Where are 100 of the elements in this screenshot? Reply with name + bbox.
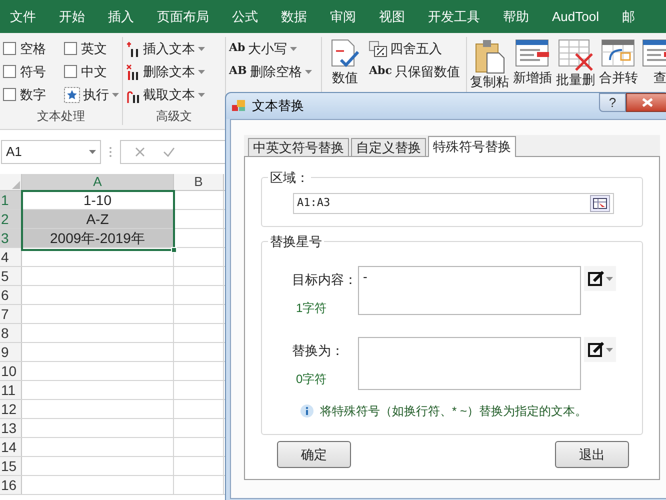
caret-icon bbox=[198, 46, 205, 50]
help-button[interactable]: ? bbox=[599, 93, 626, 112]
range-select-icon bbox=[593, 198, 607, 209]
close-button[interactable] bbox=[626, 93, 666, 112]
row-header[interactable]: 9 bbox=[0, 343, 22, 361]
row-header[interactable]: 12 bbox=[0, 400, 22, 418]
checkbox[interactable] bbox=[3, 42, 16, 55]
checkbox[interactable] bbox=[3, 65, 16, 78]
menu-tab[interactable]: 页面布局 bbox=[157, 6, 209, 26]
menu-button[interactable]: AB 删除空格 bbox=[229, 60, 318, 83]
row-header[interactable]: 8 bbox=[0, 324, 22, 342]
menu-tab[interactable]: 帮助 bbox=[503, 6, 529, 26]
info-icon bbox=[300, 404, 314, 418]
menu-tab[interactable]: 插入 bbox=[108, 6, 134, 26]
insert-text-icon bbox=[126, 40, 140, 56]
row-header[interactable]: 6 bbox=[0, 286, 22, 304]
row-header[interactable]: 7 bbox=[0, 305, 22, 323]
cell-reference: A1 bbox=[6, 143, 22, 162]
text-area[interactable]: - bbox=[358, 266, 581, 315]
menu-tab[interactable]: 数据 bbox=[281, 6, 307, 26]
checkbox[interactable] bbox=[3, 88, 16, 101]
character-count: 0字符 bbox=[295, 370, 328, 388]
row-header[interactable]: 16 bbox=[0, 476, 22, 494]
column-header[interactable]: A bbox=[22, 174, 174, 190]
row-header[interactable]: 14 bbox=[0, 438, 22, 456]
menu-tab[interactable]: 审阅 bbox=[330, 6, 356, 26]
table-cell[interactable]: 2009年-2019年 bbox=[22, 229, 174, 247]
app-icon bbox=[232, 100, 246, 112]
ribbon-button[interactable]: 复制粘 bbox=[470, 37, 509, 89]
row-header[interactable]: 2 bbox=[0, 210, 22, 228]
ribbon-button[interactable]: 四舍五入 bbox=[369, 37, 460, 60]
document-check-icon bbox=[329, 38, 361, 70]
ribbon-button[interactable]: 数值 bbox=[325, 37, 365, 85]
caret-icon bbox=[112, 92, 119, 96]
checkbox[interactable] bbox=[64, 42, 77, 55]
checkbox[interactable] bbox=[64, 65, 77, 78]
ribbon-button[interactable]: 新增插 bbox=[513, 37, 552, 85]
row-header[interactable]: 5 bbox=[0, 267, 22, 285]
tab[interactable]: 中英文符号替换 bbox=[248, 138, 349, 156]
percent-grid-icon bbox=[369, 40, 387, 56]
tab[interactable]: 特殊符号替换 bbox=[428, 136, 516, 157]
menu-tab[interactable]: 开始 bbox=[59, 6, 85, 26]
input-field[interactable]: A1:A3 bbox=[293, 193, 614, 214]
info-text: 将特殊符号（如换行符、* ~）替换为指定的文本。 bbox=[320, 403, 588, 420]
menu-tab[interactable]: 视图 bbox=[379, 6, 405, 26]
icon-label: Ab bbox=[229, 40, 246, 56]
menu-tab[interactable]: 邮 bbox=[622, 6, 635, 26]
ribbon-button[interactable]: 合并转 bbox=[599, 37, 638, 85]
checkbox-label: 中文 bbox=[81, 62, 107, 81]
column-header[interactable]: B bbox=[174, 174, 224, 190]
row-header[interactable]: 11 bbox=[0, 381, 22, 399]
checkbox-label: 符号 bbox=[20, 62, 46, 81]
name-box[interactable]: A1 bbox=[1, 140, 101, 164]
menu-button[interactable]: 执行 bbox=[64, 83, 119, 106]
ribbon-button[interactable]: 批量删 bbox=[556, 37, 595, 87]
ribbon-button[interactable]: Abc 只保留数值 bbox=[369, 60, 460, 83]
enter-icon[interactable] bbox=[163, 147, 175, 157]
range-picker-button[interactable] bbox=[590, 195, 610, 212]
row-header[interactable]: 15 bbox=[0, 457, 22, 475]
clipboard-icon bbox=[474, 38, 506, 74]
checkbox-label: 空格 bbox=[20, 40, 46, 58]
edit-menu-button[interactable] bbox=[584, 266, 616, 291]
caret-icon bbox=[304, 70, 312, 74]
edit-icon bbox=[588, 271, 604, 286]
field-label: 目标内容： bbox=[292, 271, 358, 289]
row-header[interactable]: 13 bbox=[0, 419, 22, 437]
group-label: 文本处理 bbox=[37, 109, 85, 123]
caret-icon bbox=[606, 348, 612, 352]
caret-icon bbox=[198, 70, 205, 74]
menu-button[interactable]: Ab 大小写 bbox=[229, 37, 318, 60]
menu-button[interactable]: 插入文本 bbox=[126, 37, 222, 60]
edit-menu-button[interactable] bbox=[584, 337, 616, 362]
menu-tab[interactable]: 开发工具 bbox=[428, 6, 480, 26]
menu-tab[interactable]: 文件 bbox=[10, 6, 36, 26]
character-count: 1字符 bbox=[295, 300, 328, 316]
delete-text-icon bbox=[126, 64, 140, 80]
row-header[interactable]: 4 bbox=[0, 248, 22, 266]
menu-tab[interactable]: 公式 bbox=[232, 6, 258, 26]
menu-tab[interactable]: AudTool bbox=[552, 6, 599, 26]
menu-button[interactable]: 截取文本 bbox=[126, 83, 222, 106]
dialog-button[interactable]: 确定 bbox=[277, 441, 351, 468]
group-label: 高级文 bbox=[156, 109, 192, 123]
icon-label: AB bbox=[229, 63, 247, 80]
edit-icon bbox=[588, 342, 604, 357]
row-header[interactable]: 3 bbox=[0, 229, 22, 247]
tab[interactable]: 自定义替换 bbox=[351, 138, 426, 156]
checkbox-label: 英文 bbox=[81, 40, 107, 58]
icon-label: Abc bbox=[369, 63, 392, 80]
ribbon-button[interactable]: 查 bbox=[642, 37, 666, 85]
grid-delete-icon bbox=[558, 38, 594, 72]
cancel-icon[interactable] bbox=[135, 147, 145, 157]
row-header[interactable]: 1 bbox=[0, 191, 22, 209]
caret-icon bbox=[198, 92, 205, 96]
row-header[interactable]: 10 bbox=[0, 362, 22, 380]
table-cell[interactable]: A-Z bbox=[22, 210, 174, 228]
close-icon bbox=[642, 98, 653, 107]
field-label: 替换为： bbox=[292, 342, 345, 360]
caret-icon bbox=[290, 46, 298, 50]
dialog-button[interactable]: 退出 bbox=[555, 441, 629, 468]
menu-button[interactable]: 删除文本 bbox=[126, 60, 222, 83]
